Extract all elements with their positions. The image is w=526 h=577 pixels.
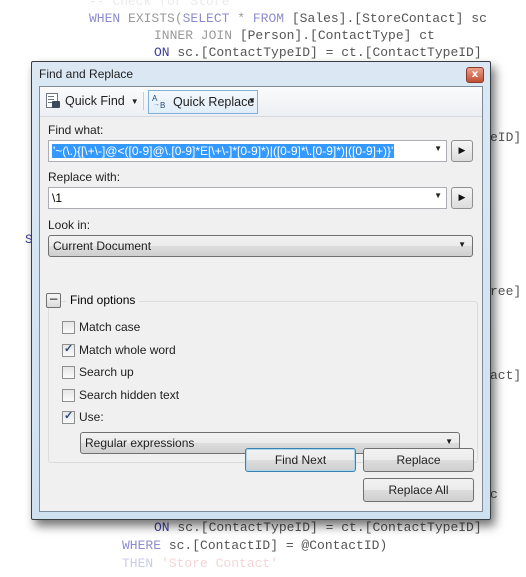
quick-find-icon (45, 93, 61, 109)
search-up-checkbox[interactable]: Search up (62, 365, 134, 379)
code-token: eID] (490, 130, 522, 145)
find-options-title: Find options (66, 293, 140, 307)
code-token: ON (154, 45, 178, 60)
checkbox-box[interactable] (62, 365, 75, 379)
chevron-down-icon: ▼ (458, 240, 466, 249)
arrow-right-icon: ▶ (458, 146, 466, 156)
code-line: eID] (490, 130, 521, 145)
code-line: INNER JOIN [Person].[ContactType] ct (154, 28, 435, 43)
arrow-right-icon: ▶ (458, 193, 466, 203)
code-token: c (490, 487, 498, 502)
code-line: THEN 'Store Contact' (122, 556, 278, 571)
chevron-down-icon[interactable]: ▼ (434, 144, 442, 153)
look-in-select[interactable]: Current Document ▼ (48, 235, 473, 257)
code-token: 'Store Contact' (161, 556, 279, 571)
replace-all-button[interactable]: Replace All (363, 478, 474, 502)
checkmark-icon: ✓ (64, 342, 74, 355)
code-token: ree] = (490, 284, 522, 299)
quick-find-tab[interactable]: Quick Find ▼ (45, 90, 139, 112)
checkbox-box[interactable]: ✓ (62, 342, 75, 357)
option-label: Match whole word (79, 343, 176, 357)
find-next-button[interactable]: Find Next (245, 448, 356, 472)
code-token: * (237, 11, 253, 26)
code-line: ON sc.[ContactTypeID] = ct.[ContactTypeI… (154, 520, 482, 535)
dialog-title: Find and Replace (39, 67, 134, 81)
match-whole-word-checkbox[interactable]: ✓ Match whole word (62, 343, 176, 357)
code-token: sc.[ContactTypeID] = ct.[ContactTypeID] (177, 520, 482, 535)
toolbar-separator (143, 92, 144, 110)
code-token: sc.[ContactTypeID] = ct.[ContactTypeID] (177, 45, 482, 60)
checkbox-box[interactable]: ✓ (62, 409, 75, 424)
code-token: SELECT (182, 11, 238, 26)
replace-button[interactable]: Replace (363, 448, 474, 472)
use-checkbox[interactable]: ✓ Use: (62, 410, 104, 424)
chevron-down-icon[interactable]: ▼ (248, 96, 256, 105)
replace-with-label: Replace with: (48, 170, 121, 184)
collapse-find-options-button[interactable]: − (46, 293, 61, 308)
code-line: WHEN EXISTS(SELECT * FROM [Sales].[Store… (89, 11, 487, 26)
search-hidden-text-checkbox[interactable]: Search hidden text (62, 388, 179, 402)
chevron-down-icon[interactable]: ▼ (434, 191, 442, 200)
quick-replace-label: Quick Replace (173, 95, 255, 109)
quick-find-label: Quick Find (65, 94, 125, 108)
code-token: -- Check for Store (89, 0, 230, 9)
checkbox-box[interactable] (62, 388, 75, 402)
code-line: act] (490, 368, 521, 383)
checkbox-box[interactable] (62, 320, 75, 334)
code-line: WHERE sc.[ContactID] = @ContactID) (122, 538, 387, 553)
replace-label: Replace (396, 453, 441, 467)
code-line: ON sc.[ContactTypeID] = ct.[ContactTypeI… (154, 45, 482, 60)
match-case-checkbox[interactable]: Match case (62, 320, 140, 334)
code-token: EXISTS( (128, 11, 183, 26)
look-in-label: Look in: (48, 218, 91, 232)
code-line: -- Check for Store (89, 0, 229, 9)
code-token: WHEN (89, 11, 129, 26)
code-token: INNER JOIN (154, 28, 240, 43)
code-token: sc.[ContactID] = @ContactID) (168, 538, 388, 553)
replace-with-input[interactable]: \1 ▼ (48, 187, 447, 209)
find-what-input[interactable]: '~(\.){[\+\-]@<([0-9]@\.[0-9]*E[\+\-]*[0… (48, 140, 447, 162)
code-line: c (490, 487, 498, 502)
code-token: THEN (122, 556, 162, 571)
close-button[interactable]: x (466, 67, 484, 83)
quick-replace-icon: A → B (152, 94, 166, 110)
chevron-down-icon[interactable]: ▼ (131, 97, 139, 106)
replace-all-label: Replace All (388, 483, 449, 497)
code-token: [Sales].[StoreContact] sc (291, 11, 487, 26)
look-in-value: Current Document (53, 239, 152, 253)
option-label: Use: (79, 410, 104, 424)
checkmark-icon: ✓ (64, 409, 74, 422)
minus-icon: − (48, 292, 59, 306)
dialog-body: Quick Find ▼ A → B Quick Replace ▼ Find wh… (39, 86, 483, 512)
code-token: FROM (252, 11, 292, 26)
replace-expression-builder-button[interactable]: ▶ (451, 187, 473, 209)
find-expression-builder-button[interactable]: ▶ (451, 140, 473, 162)
code-token: [Person].[ContactType] ct (239, 28, 435, 43)
code-token: WHERE (122, 538, 169, 553)
find-what-label: Find what: (48, 123, 104, 137)
close-icon: x (471, 69, 479, 80)
option-label: Search hidden text (79, 388, 180, 402)
mode-toolbar: Quick Find ▼ A → B Quick Replace ▼ (40, 87, 482, 117)
quick-replace-tab[interactable]: A → B Quick Replace (148, 90, 259, 114)
chevron-down-icon: ▼ (445, 437, 453, 446)
option-label: Match case (79, 320, 141, 334)
code-token: ON (154, 520, 178, 535)
code-line: ree] = (490, 284, 526, 299)
option-label: Search up (79, 365, 134, 379)
title-bar[interactable]: Find and Replace x (32, 62, 490, 86)
use-type-value: Regular expressions (85, 436, 195, 450)
replace-with-value: \1 (52, 191, 63, 205)
find-replace-dialog: Find and Replace x Quick Find ▼ A → B Qu… (31, 61, 491, 520)
find-next-label: Find Next (274, 453, 327, 467)
find-what-value: '~(\.){[\+\-]@<([0-9]@\.[0-9]*E[\+\-]*[0… (52, 144, 395, 158)
code-token: act] (490, 368, 522, 383)
